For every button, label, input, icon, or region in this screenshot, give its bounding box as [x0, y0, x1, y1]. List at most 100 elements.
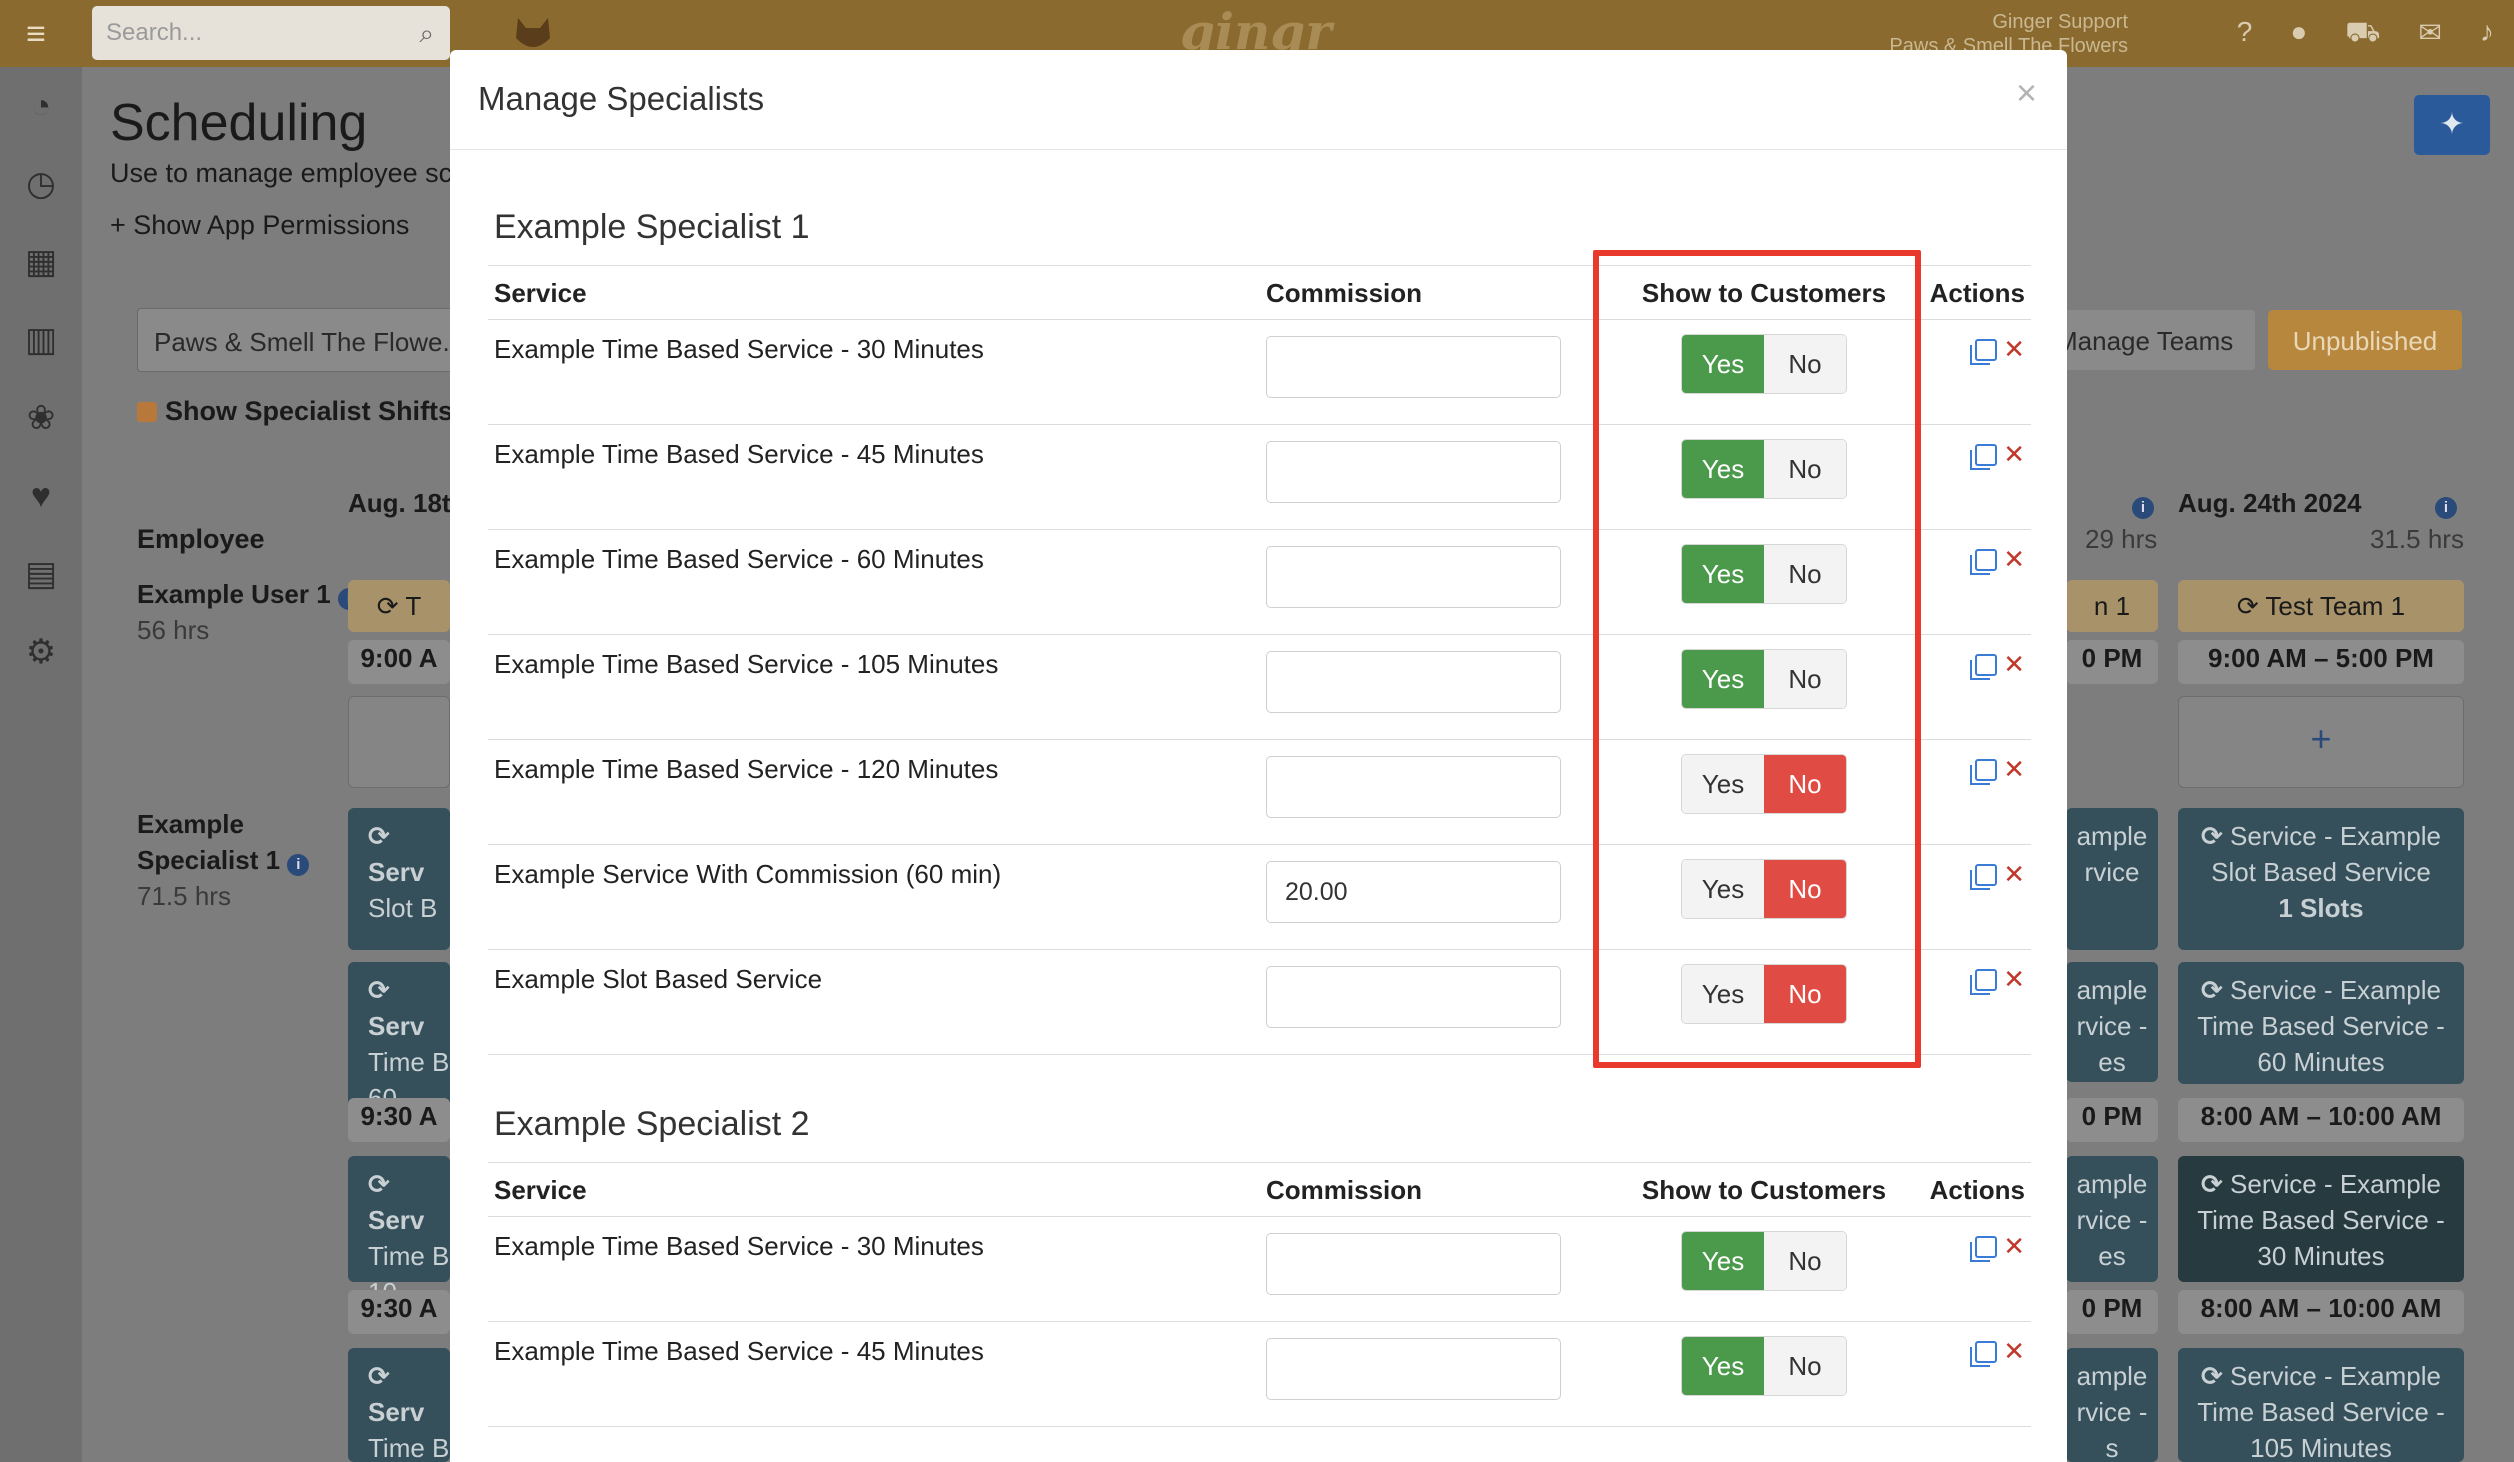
yes-option[interactable]: Yes — [1682, 860, 1764, 918]
yes-option[interactable]: Yes — [1682, 965, 1764, 1023]
service-card[interactable]: ⟳ ServTime B10 — [348, 1156, 450, 1307]
day-info-icon[interactable]: i — [2132, 488, 2154, 519]
help-icon[interactable]: ? — [2237, 16, 2253, 52]
calendar-icon[interactable]: ▦ — [0, 223, 82, 301]
commission-input[interactable] — [1266, 651, 1561, 713]
team-card[interactable]: n 1 — [2066, 580, 2158, 632]
cart-icon[interactable]: ⛟ — [2345, 16, 2380, 52]
info-icon[interactable]: i — [287, 854, 310, 876]
search-icon[interactable]: ⌕ — [419, 18, 434, 50]
copy-icon[interactable] — [1970, 654, 1998, 680]
bell-icon[interactable]: ♪ — [2480, 16, 2494, 52]
team-card[interactable]: ⟳ Test Team 1 — [2178, 580, 2464, 632]
copy-icon[interactable] — [1970, 444, 1998, 470]
delete-icon[interactable]: ✕ — [2003, 439, 2025, 470]
no-option[interactable]: No — [1764, 335, 1846, 393]
no-option[interactable]: No — [1764, 545, 1846, 603]
time-card[interactable]: 9:30 A — [348, 1290, 450, 1334]
search-input[interactable]: Search... ⌕ — [92, 6, 450, 60]
show-specialist-shifts-checkbox[interactable]: Show Specialist Shifts — [137, 396, 453, 427]
commission-input[interactable] — [1266, 336, 1561, 398]
employee-hours: 71.5 hrs — [137, 881, 231, 911]
service-card[interactable]: ⟳ Serv Slot B — [348, 808, 450, 950]
book-icon[interactable]: ▤ — [0, 535, 82, 613]
close-icon[interactable]: × — [2016, 72, 2037, 114]
day-info-icon[interactable]: i — [2435, 488, 2457, 519]
service-card[interactable]: ample rvice — [2066, 808, 2158, 950]
commission-input[interactable] — [1266, 756, 1561, 818]
column-header-actions: Actions — [1908, 1162, 2031, 1217]
yes-option[interactable]: Yes — [1682, 545, 1764, 603]
delete-icon[interactable]: ✕ — [2003, 754, 2025, 785]
heart-icon[interactable]: ♥ — [0, 457, 82, 535]
show-app-permissions-link[interactable]: + Show App Permissions — [110, 210, 409, 241]
time-card[interactable]: 9:30 A — [348, 1098, 450, 1142]
service-card[interactable]: ⟳ Service - Example Time Based Service -6… — [2178, 962, 2464, 1084]
time-card[interactable]: 9:00 A — [348, 640, 450, 684]
no-option[interactable]: No — [1764, 650, 1846, 708]
no-option[interactable]: No — [1764, 1337, 1846, 1395]
clock-icon[interactable]: ◷ — [0, 145, 82, 223]
commission-input[interactable] — [1266, 966, 1561, 1028]
checkbox-icon[interactable] — [137, 402, 157, 422]
show-to-customers-toggle: Yes No — [1681, 334, 1847, 394]
commission-input[interactable] — [1266, 1338, 1561, 1400]
commission-input[interactable] — [1266, 861, 1561, 923]
delete-icon[interactable]: ✕ — [2003, 1336, 2025, 1367]
no-option[interactable]: No — [1764, 440, 1846, 498]
delete-icon[interactable]: ✕ — [2003, 334, 2025, 365]
service-card[interactable]: ⟳ ServTime B12 — [348, 1348, 450, 1462]
no-option[interactable]: No — [1764, 965, 1846, 1023]
yes-option[interactable]: Yes — [1682, 335, 1764, 393]
no-option[interactable]: No — [1764, 1232, 1846, 1290]
manage-teams-button[interactable]: Manage Teams — [2040, 310, 2255, 370]
no-option[interactable]: No — [1764, 755, 1846, 813]
service-card[interactable]: ample rvice - es — [2066, 1156, 2158, 1282]
delete-icon[interactable]: ✕ — [2003, 1231, 2025, 1262]
dashboard-icon[interactable]: ◔ — [0, 67, 82, 145]
chat-icon[interactable]: ✉ — [2419, 16, 2442, 52]
settings-icon[interactable]: ⚙ — [0, 613, 82, 691]
service-card[interactable]: ample rvice -s — [2066, 1348, 2158, 1462]
delete-icon[interactable]: ✕ — [2003, 649, 2025, 680]
circle-icon[interactable]: ● — [2290, 16, 2307, 52]
add-shift-plus-icon[interactable]: + — [2178, 696, 2464, 788]
service-card[interactable]: ample rvice - es — [2066, 962, 2158, 1082]
copy-icon[interactable] — [1970, 339, 1998, 365]
delete-icon[interactable]: ✕ — [2003, 964, 2025, 995]
add-shift-card[interactable] — [348, 696, 450, 788]
time-card[interactable]: 9:00 AM – 5:00 PM — [2178, 640, 2464, 684]
service-card[interactable]: ⟳ Service - Example Time Based Service -1… — [2178, 1348, 2464, 1462]
lightbulb-icon[interactable]: ✦ — [2414, 95, 2490, 155]
service-card[interactable]: ⟳ Service - Example Time Based Service -3… — [2178, 1156, 2464, 1282]
hamburger-menu-icon[interactable]: ≡ — [16, 14, 56, 54]
service-card[interactable]: ⟳ Service - Example Slot Based Service 1 S… — [2178, 808, 2464, 950]
copy-icon[interactable] — [1970, 864, 1998, 890]
copy-icon[interactable] — [1970, 1341, 1998, 1367]
yes-option[interactable]: Yes — [1682, 650, 1764, 708]
paw-icon[interactable]: ❀ — [0, 379, 82, 457]
team-card[interactable]: ⟳ T — [348, 580, 450, 632]
unpublished-button[interactable]: Unpublished — [2268, 310, 2462, 370]
yes-option[interactable]: Yes — [1682, 440, 1764, 498]
time-card[interactable]: 8:00 AM – 10:00 AM — [2178, 1290, 2464, 1334]
barcode-icon[interactable]: ▥ — [0, 301, 82, 379]
delete-icon[interactable]: ✕ — [2003, 544, 2025, 575]
time-card[interactable]: 0 PM — [2066, 1098, 2158, 1142]
copy-icon[interactable] — [1970, 969, 1998, 995]
yes-option[interactable]: Yes — [1682, 1232, 1764, 1290]
copy-icon[interactable] — [1970, 549, 1998, 575]
commission-input[interactable] — [1266, 1233, 1561, 1295]
yes-option[interactable]: Yes — [1682, 1337, 1764, 1395]
commission-input[interactable] — [1266, 546, 1561, 608]
copy-icon[interactable] — [1970, 759, 1998, 785]
time-card[interactable]: 8:00 AM – 10:00 AM — [2178, 1098, 2464, 1142]
commission-input[interactable] — [1266, 441, 1561, 503]
time-card[interactable]: 0 PM — [2066, 640, 2158, 684]
delete-icon[interactable]: ✕ — [2003, 859, 2025, 890]
time-card[interactable]: 0 PM — [2066, 1290, 2158, 1334]
no-option[interactable]: No — [1764, 860, 1846, 918]
yes-option[interactable]: Yes — [1682, 755, 1764, 813]
copy-icon[interactable] — [1970, 1236, 1998, 1262]
location-select[interactable]: Paws & Smell The Flowe... — [137, 308, 457, 372]
